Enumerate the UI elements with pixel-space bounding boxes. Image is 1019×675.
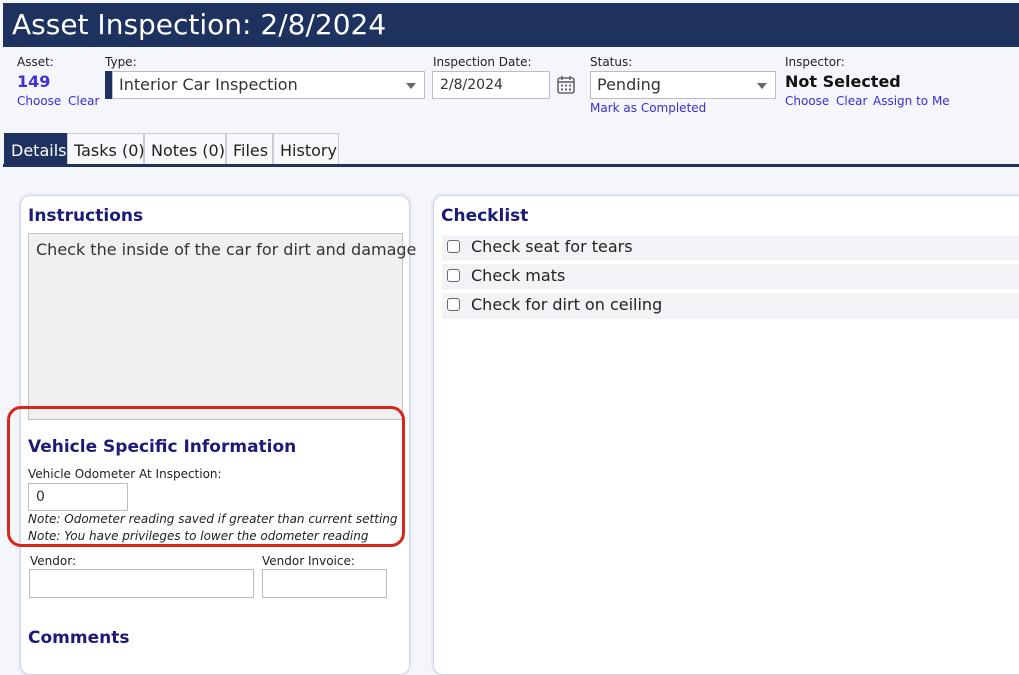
type-select-value: Interior Car Inspection xyxy=(119,75,298,94)
tab-underline xyxy=(3,164,1019,167)
tab-history[interactable]: History xyxy=(273,133,339,165)
vendor-input[interactable] xyxy=(29,569,254,598)
inspection-date-label: Inspection Date: xyxy=(433,55,532,69)
checklist-item-label: Check seat for tears xyxy=(471,237,633,256)
checklist-item[interactable]: Check seat for tears xyxy=(442,235,1019,261)
odometer-label: Vehicle Odometer At Inspection: xyxy=(28,467,222,481)
asset-choose-link[interactable]: Choose xyxy=(17,94,61,108)
checkbox-unchecked[interactable] xyxy=(447,298,460,311)
comments-heading: Comments xyxy=(28,628,130,648)
instructions-text: Check the inside of the car for dirt and… xyxy=(36,240,417,259)
odometer-note-1: Note: Odometer reading saved if greater … xyxy=(28,512,398,526)
vendor-invoice-input[interactable] xyxy=(262,569,387,598)
chevron-down-icon xyxy=(406,83,416,89)
page-title: Asset Inspection: 2/8/2024 xyxy=(12,8,387,41)
inspector-label: Inspector: xyxy=(785,55,845,69)
inspection-date-input[interactable]: 2/8/2024 xyxy=(432,71,550,99)
type-label: Type: xyxy=(105,55,137,69)
vendor-invoice-label: Vendor Invoice: xyxy=(262,554,355,568)
checklist-item-label: Check mats xyxy=(471,266,566,285)
asset-label: Asset: xyxy=(17,55,54,69)
odometer-input[interactable]: 0 xyxy=(28,483,128,511)
instructions-box: Check the inside of the car for dirt and… xyxy=(28,233,416,420)
inspector-choose-link[interactable]: Choose xyxy=(785,94,829,108)
type-required-marker xyxy=(105,71,112,99)
status-select-value: Pending xyxy=(597,75,661,94)
title-bar: Asset Inspection: 2/8/2024 xyxy=(3,3,1019,47)
asset-number[interactable]: 149 xyxy=(17,72,50,91)
tab-files[interactable]: Files xyxy=(226,133,273,165)
vendor-label: Vendor: xyxy=(30,554,76,568)
tab-notes[interactable]: Notes (0) xyxy=(144,133,226,165)
vehicle-info-heading: Vehicle Specific Information xyxy=(28,437,297,457)
inspector-clear-link[interactable]: Clear xyxy=(836,94,867,108)
tab-tasks[interactable]: Tasks (0) xyxy=(67,133,145,165)
mark-as-completed-link[interactable]: Mark as Completed xyxy=(590,101,706,115)
odometer-value: 0 xyxy=(36,489,45,505)
calendar-icon[interactable] xyxy=(556,75,576,95)
instructions-heading: Instructions xyxy=(28,206,144,226)
inspector-value: Not Selected xyxy=(785,72,901,91)
checklist-heading: Checklist xyxy=(441,206,529,226)
checklist-item[interactable]: Check for dirt on ceiling xyxy=(442,293,1019,319)
assign-to-me-link[interactable]: Assign to Me xyxy=(873,94,950,108)
checklist-item[interactable]: Check mats xyxy=(442,264,1019,290)
asset-clear-link[interactable]: Clear xyxy=(68,94,99,108)
tab-details[interactable]: Details xyxy=(4,133,67,165)
chevron-down-icon xyxy=(757,83,767,89)
type-select[interactable]: Interior Car Inspection xyxy=(112,71,425,99)
status-label: Status: xyxy=(590,55,633,69)
odometer-note-2: Note: You have privileges to lower the o… xyxy=(28,529,369,543)
status-select[interactable]: Pending xyxy=(590,71,776,99)
inspection-date-value: 2/8/2024 xyxy=(440,77,503,93)
checkbox-unchecked[interactable] xyxy=(447,269,460,282)
checkbox-unchecked[interactable] xyxy=(447,240,460,253)
checklist-item-label: Check for dirt on ceiling xyxy=(471,295,663,314)
